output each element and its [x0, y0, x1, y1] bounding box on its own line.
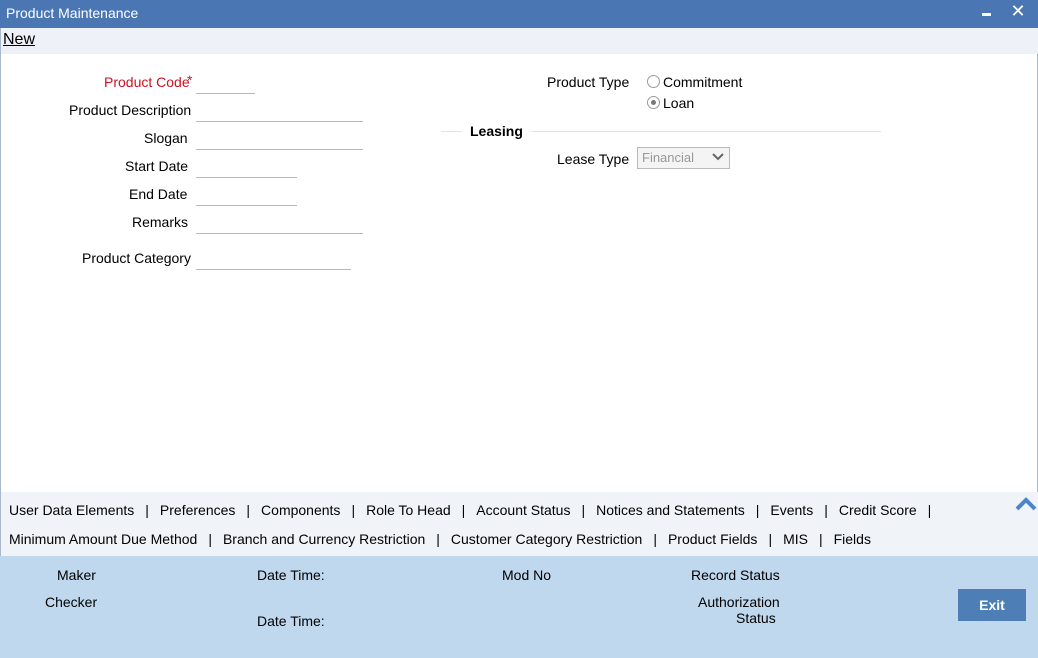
- checker-date-time-label: Date Time:: [257, 613, 325, 629]
- product-code-input[interactable]: [196, 72, 255, 94]
- product-description-input[interactable]: [196, 100, 363, 122]
- tab-separator: |: [818, 531, 823, 547]
- tab-branch-and-currency-restriction[interactable]: Branch and Currency Restriction: [223, 531, 425, 547]
- tab-separator: |: [145, 502, 149, 518]
- leasing-section-title: Leasing: [462, 123, 531, 139]
- window-title: Product Maintenance: [6, 5, 139, 21]
- tab-separator: |: [755, 502, 760, 518]
- slogan-label: Slogan: [144, 130, 188, 146]
- checker-label: Checker: [45, 594, 98, 610]
- product-category-label: Product Category: [82, 250, 191, 266]
- tab-mis[interactable]: MIS: [783, 531, 808, 547]
- authorization-label: Authorization: [698, 594, 780, 610]
- chevron-down-icon: [712, 153, 724, 161]
- minimize-icon[interactable]: [979, 2, 995, 24]
- lease-type-value: Financial: [642, 150, 695, 165]
- remarks-input[interactable]: [196, 212, 363, 234]
- tab-fields[interactable]: Fields: [834, 531, 871, 547]
- product-category-input[interactable]: [196, 248, 351, 270]
- tab-separator: |: [436, 531, 440, 547]
- tab-account-status[interactable]: Account Status: [476, 502, 570, 518]
- tab-separator: |: [351, 502, 356, 518]
- tab-credit-score[interactable]: Credit Score: [839, 502, 917, 518]
- lease-type-label: Lease Type: [557, 151, 630, 167]
- sub-screen-tabs: User Data Elements | Preferences | Component…: [0, 492, 1038, 556]
- chevron-up-icon[interactable]: [1015, 496, 1037, 512]
- tab-preferences[interactable]: Preferences: [160, 502, 235, 518]
- start-date-input[interactable]: [196, 156, 297, 178]
- record-status-label: Record Status: [691, 567, 780, 583]
- tab-separator: |: [653, 531, 657, 547]
- remarks-label: Remarks: [132, 214, 189, 230]
- tab-separator: |: [208, 531, 212, 547]
- tab-separator: |: [768, 531, 773, 547]
- mod-no-label: Mod No: [502, 567, 552, 583]
- tab-separator: |: [581, 502, 586, 518]
- maker-date-time-label: Date Time:: [257, 567, 325, 583]
- tab-separator: |: [246, 502, 251, 518]
- start-date-label: Start Date: [125, 158, 189, 174]
- tab-separator: |: [824, 502, 828, 518]
- tab-notices-and-statements[interactable]: Notices and Statements: [596, 502, 745, 518]
- tab-events[interactable]: Events: [770, 502, 813, 518]
- maker-label: Maker: [57, 567, 96, 583]
- commitment-radio-label: Commitment: [663, 74, 743, 90]
- product-type-label: Product Type: [547, 74, 630, 90]
- authorization-status-label: Status: [736, 610, 776, 626]
- loan-radio[interactable]: [647, 96, 660, 109]
- audit-footer: Maker Checker Date Time: Date Time: Mod …: [0, 556, 1038, 658]
- product-code-label: Product Code: [104, 74, 190, 90]
- tab-separator: |: [927, 502, 932, 518]
- required-marker: *: [187, 72, 193, 88]
- tab-customer-category-restriction[interactable]: Customer Category Restriction: [451, 531, 642, 547]
- slogan-input[interactable]: [196, 128, 363, 150]
- menu-bar: New: [0, 28, 1038, 54]
- tab-user-data-elements[interactable]: User Data Elements: [9, 502, 134, 518]
- tab-row-1: User Data Elements | Preferences | Component…: [9, 502, 942, 518]
- end-date-label: End Date: [129, 186, 188, 202]
- tab-minimum-amount-due-method[interactable]: Minimum Amount Due Method: [9, 531, 197, 547]
- end-date-input[interactable]: [196, 184, 297, 206]
- tab-product-fields[interactable]: Product Fields: [668, 531, 757, 547]
- product-form: Product Code * Product Description Sloga…: [0, 54, 1038, 492]
- new-link[interactable]: New: [3, 31, 35, 49]
- tab-row-2: Minimum Amount Due Method | Branch and Cur…: [9, 531, 871, 547]
- loan-radio-label: Loan: [663, 95, 695, 111]
- lease-type-select[interactable]: Financial: [637, 147, 730, 169]
- product-description-label: Product Description: [69, 102, 192, 118]
- tab-components[interactable]: Components: [261, 502, 340, 518]
- exit-button[interactable]: Exit: [958, 589, 1026, 621]
- commitment-radio[interactable]: [647, 75, 660, 88]
- tab-separator: |: [461, 502, 466, 518]
- tab-role-to-head[interactable]: Role To Head: [366, 502, 451, 518]
- close-icon[interactable]: ✕: [1008, 1, 1028, 23]
- title-bar: Product Maintenance ✕: [0, 0, 1038, 28]
